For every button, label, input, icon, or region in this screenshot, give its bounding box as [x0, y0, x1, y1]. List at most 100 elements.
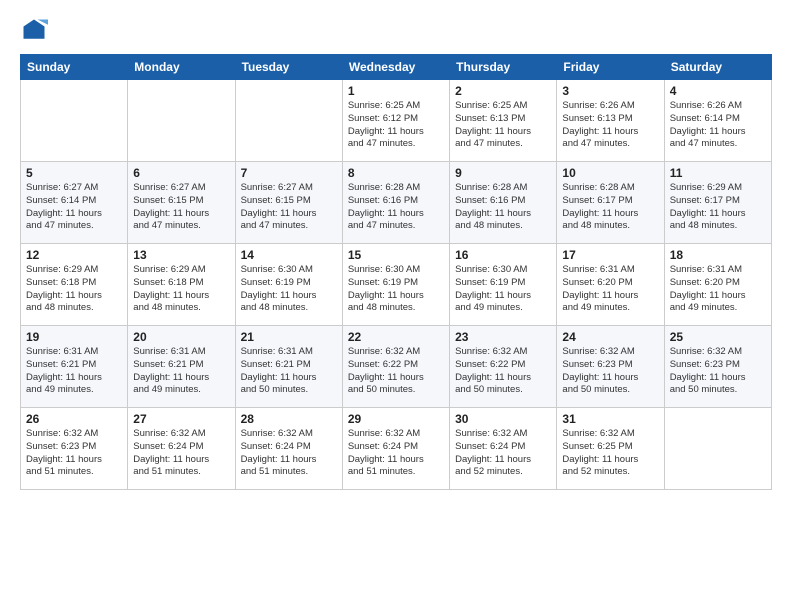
day-number: 5	[26, 166, 122, 180]
day-info: Sunrise: 6:30 AMSunset: 6:19 PMDaylight:…	[241, 264, 337, 315]
day-info: Sunrise: 6:32 AMSunset: 6:22 PMDaylight:…	[348, 346, 444, 397]
day-number: 2	[455, 84, 551, 98]
day-info: Sunrise: 6:29 AMSunset: 6:17 PMDaylight:…	[670, 182, 766, 233]
calendar-cell: 18 Sunrise: 6:31 AMSunset: 6:20 PMDayligh…	[664, 244, 771, 326]
weekday-header-monday: Monday	[128, 55, 235, 80]
day-info: Sunrise: 6:27 AMSunset: 6:15 PMDaylight:…	[133, 182, 229, 233]
day-number: 20	[133, 330, 229, 344]
calendar-cell: 11Sunrise: 6:29 AMSunset: 6:17 PMDayligh…	[664, 162, 771, 244]
day-number: 17	[562, 248, 658, 262]
calendar-cell: 24Sunrise: 6:32 AMSunset: 6:23 PMDayligh…	[557, 326, 664, 408]
calendar-week-row: 26 Sunrise: 6:32 AMSunset: 6:23 PMDayligh…	[21, 408, 772, 490]
header	[20, 16, 772, 44]
day-info: Sunrise: 6:30 AMSunset: 6:19 PMDaylight:…	[455, 264, 551, 315]
calendar-week-row: 1Sunrise: 6:25 AMSunset: 6:12 PMDaylight…	[21, 80, 772, 162]
day-info: Sunrise: 6:32 AMSunset: 6:23 PMDaylight:…	[670, 346, 766, 397]
calendar-cell: 4 Sunrise: 6:26 AMSunset: 6:14 PMDaylight…	[664, 80, 771, 162]
calendar-week-row: 19 Sunrise: 6:31 AMSunset: 6:21 PMDayligh…	[21, 326, 772, 408]
day-info: Sunrise: 6:31 AMSunset: 6:20 PMDaylight:…	[670, 264, 766, 315]
day-info: Sunrise: 6:27 AMSunset: 6:14 PMDaylight:…	[26, 182, 122, 233]
calendar-cell	[128, 80, 235, 162]
day-number: 27	[133, 412, 229, 426]
day-info: Sunrise: 6:28 AMSunset: 6:16 PMDaylight:…	[348, 182, 444, 233]
day-info: Sunrise: 6:32 AMSunset: 6:22 PMDaylight:…	[455, 346, 551, 397]
day-info: Sunrise: 6:32 AMSunset: 6:24 PMDaylight:…	[348, 428, 444, 479]
day-number: 21	[241, 330, 337, 344]
day-info: Sunrise: 6:28 AMSunset: 6:16 PMDaylight:…	[455, 182, 551, 233]
logo	[20, 16, 52, 44]
weekday-header-sunday: Sunday	[21, 55, 128, 80]
weekday-header-tuesday: Tuesday	[235, 55, 342, 80]
weekday-header-row: SundayMondayTuesdayWednesdayThursdayFrid…	[21, 55, 772, 80]
day-info: Sunrise: 6:32 AMSunset: 6:25 PMDaylight:…	[562, 428, 658, 479]
day-info: Sunrise: 6:31 AMSunset: 6:20 PMDaylight:…	[562, 264, 658, 315]
day-number: 22	[348, 330, 444, 344]
calendar-cell: 12 Sunrise: 6:29 AMSunset: 6:18 PMDayligh…	[21, 244, 128, 326]
calendar-cell	[235, 80, 342, 162]
day-info: Sunrise: 6:28 AMSunset: 6:17 PMDaylight:…	[562, 182, 658, 233]
calendar-cell: 20 Sunrise: 6:31 AMSunset: 6:21 PMDayligh…	[128, 326, 235, 408]
day-info: Sunrise: 6:32 AMSunset: 6:24 PMDaylight:…	[133, 428, 229, 479]
calendar-cell: 31 Sunrise: 6:32 AMSunset: 6:25 PMDayligh…	[557, 408, 664, 490]
day-number: 28	[241, 412, 337, 426]
day-info: Sunrise: 6:25 AMSunset: 6:12 PMDaylight:…	[348, 100, 444, 151]
day-number: 19	[26, 330, 122, 344]
day-number: 23	[455, 330, 551, 344]
calendar-cell: 21Sunrise: 6:31 AMSunset: 6:21 PMDayligh…	[235, 326, 342, 408]
day-number: 25	[670, 330, 766, 344]
calendar-cell: 14 Sunrise: 6:30 AMSunset: 6:19 PMDayligh…	[235, 244, 342, 326]
page: SundayMondayTuesdayWednesdayThursdayFrid…	[0, 0, 792, 612]
calendar-week-row: 12 Sunrise: 6:29 AMSunset: 6:18 PMDayligh…	[21, 244, 772, 326]
calendar-cell: 25 Sunrise: 6:32 AMSunset: 6:23 PMDayligh…	[664, 326, 771, 408]
calendar-cell: 29 Sunrise: 6:32 AMSunset: 6:24 PMDayligh…	[342, 408, 449, 490]
calendar-table: SundayMondayTuesdayWednesdayThursdayFrid…	[20, 54, 772, 490]
day-number: 29	[348, 412, 444, 426]
day-info: Sunrise: 6:32 AMSunset: 6:24 PMDaylight:…	[241, 428, 337, 479]
day-info: Sunrise: 6:25 AMSunset: 6:13 PMDaylight:…	[455, 100, 551, 151]
calendar-cell	[21, 80, 128, 162]
day-info: Sunrise: 6:32 AMSunset: 6:23 PMDaylight:…	[26, 428, 122, 479]
day-number: 14	[241, 248, 337, 262]
weekday-header-saturday: Saturday	[664, 55, 771, 80]
day-info: Sunrise: 6:32 AMSunset: 6:24 PMDaylight:…	[455, 428, 551, 479]
day-number: 12	[26, 248, 122, 262]
weekday-header-wednesday: Wednesday	[342, 55, 449, 80]
day-number: 3	[562, 84, 658, 98]
calendar-cell: 30 Sunrise: 6:32 AMSunset: 6:24 PMDayligh…	[450, 408, 557, 490]
day-info: Sunrise: 6:26 AMSunset: 6:14 PMDaylight:…	[670, 100, 766, 151]
calendar-cell: 13Sunrise: 6:29 AMSunset: 6:18 PMDayligh…	[128, 244, 235, 326]
day-number: 31	[562, 412, 658, 426]
day-info: Sunrise: 6:31 AMSunset: 6:21 PMDaylight:…	[26, 346, 122, 397]
calendar-cell: 16 Sunrise: 6:30 AMSunset: 6:19 PMDayligh…	[450, 244, 557, 326]
calendar-cell: 27 Sunrise: 6:32 AMSunset: 6:24 PMDayligh…	[128, 408, 235, 490]
day-number: 18	[670, 248, 766, 262]
day-number: 26	[26, 412, 122, 426]
day-info: Sunrise: 6:29 AMSunset: 6:18 PMDaylight:…	[26, 264, 122, 315]
day-number: 30	[455, 412, 551, 426]
weekday-header-thursday: Thursday	[450, 55, 557, 80]
day-number: 15	[348, 248, 444, 262]
day-info: Sunrise: 6:31 AMSunset: 6:21 PMDaylight:…	[133, 346, 229, 397]
day-number: 24	[562, 330, 658, 344]
calendar-cell: 22 Sunrise: 6:32 AMSunset: 6:22 PMDayligh…	[342, 326, 449, 408]
calendar-week-row: 5 Sunrise: 6:27 AMSunset: 6:14 PMDaylight…	[21, 162, 772, 244]
day-number: 7	[241, 166, 337, 180]
day-info: Sunrise: 6:30 AMSunset: 6:19 PMDaylight:…	[348, 264, 444, 315]
calendar-cell: 15 Sunrise: 6:30 AMSunset: 6:19 PMDayligh…	[342, 244, 449, 326]
logo-icon	[20, 16, 48, 44]
day-info: Sunrise: 6:27 AMSunset: 6:15 PMDaylight:…	[241, 182, 337, 233]
day-number: 10	[562, 166, 658, 180]
calendar-cell: 5 Sunrise: 6:27 AMSunset: 6:14 PMDaylight…	[21, 162, 128, 244]
calendar-cell: 26 Sunrise: 6:32 AMSunset: 6:23 PMDayligh…	[21, 408, 128, 490]
calendar-cell: 17 Sunrise: 6:31 AMSunset: 6:20 PMDayligh…	[557, 244, 664, 326]
day-number: 16	[455, 248, 551, 262]
calendar-cell: 1Sunrise: 6:25 AMSunset: 6:12 PMDaylight…	[342, 80, 449, 162]
calendar-cell: 2 Sunrise: 6:25 AMSunset: 6:13 PMDaylight…	[450, 80, 557, 162]
calendar-cell: 23 Sunrise: 6:32 AMSunset: 6:22 PMDayligh…	[450, 326, 557, 408]
day-number: 4	[670, 84, 766, 98]
calendar-cell: 28 Sunrise: 6:32 AMSunset: 6:24 PMDayligh…	[235, 408, 342, 490]
calendar-cell: 7 Sunrise: 6:27 AMSunset: 6:15 PMDaylight…	[235, 162, 342, 244]
weekday-header-friday: Friday	[557, 55, 664, 80]
day-info: Sunrise: 6:29 AMSunset: 6:18 PMDaylight:…	[133, 264, 229, 315]
day-number: 6	[133, 166, 229, 180]
